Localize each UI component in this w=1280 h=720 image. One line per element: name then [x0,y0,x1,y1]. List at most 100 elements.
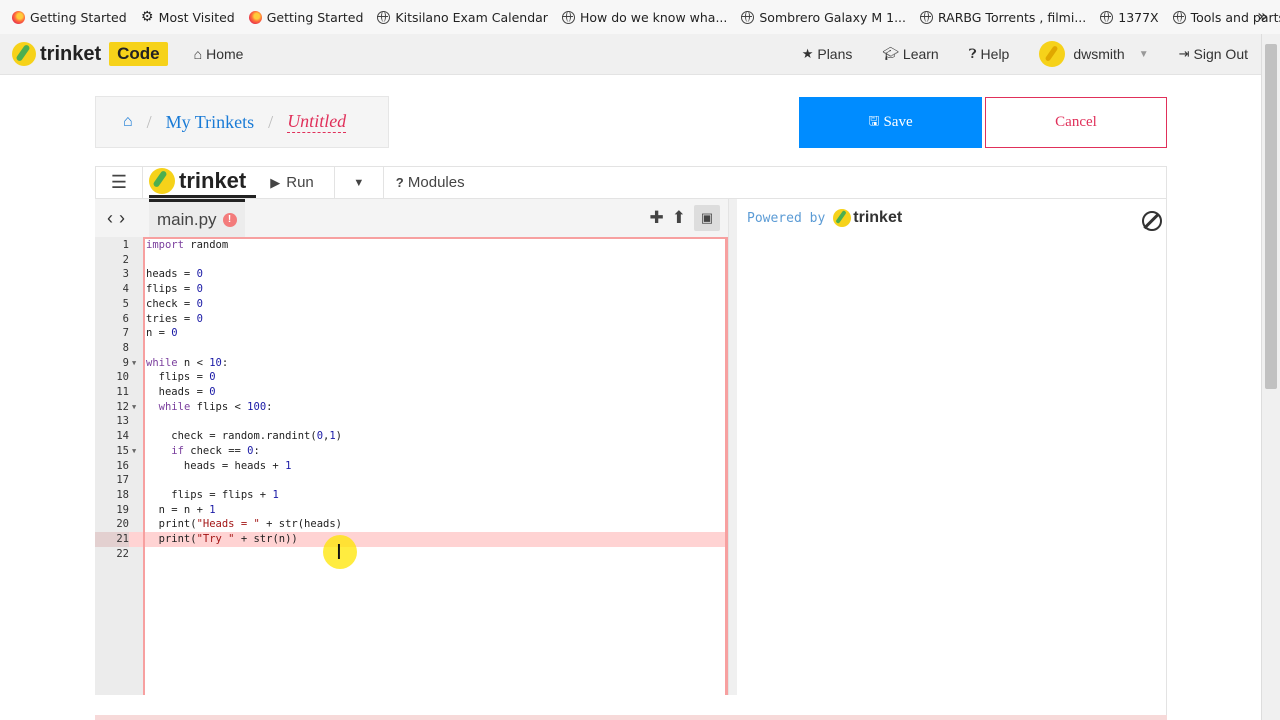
line-number: 15 [116,444,129,457]
bookmark-item[interactable]: Getting Started [12,10,127,25]
nav-signout-link[interactable]: ⇥ Sign Out [1179,46,1248,62]
code-text: while flips < 100: [158,400,273,413]
line-number: 13 [116,415,129,428]
bookmark-item[interactable]: 1377X [1100,10,1159,25]
code-line[interactable]: 14 check = random.randint(0,1) [95,429,728,444]
graduation-cap-icon: 🎓︎ [882,46,899,61]
line-number: 14 [116,430,129,443]
chevron-right-double-icon[interactable]: » [1257,6,1268,27]
line-number: 6 [122,312,129,325]
home-icon: ⌂ [193,46,203,62]
error-indicator-icon: ! [222,212,237,227]
pane-splitter[interactable] [728,199,737,695]
bookmark-item[interactable]: Getting Started [248,10,363,25]
code-text: tries = 0 [146,312,203,325]
line-number: 19 [116,503,129,516]
nav-learn-link[interactable]: 🎓︎ Learn [882,46,938,62]
toolbar-trinket-logo[interactable]: trinket [149,167,257,198]
code-text: print("Heads = " + str(heads) [146,518,342,531]
code-line[interactable]: 5 check = 0 [95,297,728,312]
code-line[interactable]: 4 flips = 0 [95,282,728,297]
code-line[interactable]: 17 [95,473,728,488]
code-text: import random [146,239,229,251]
bookmark-item[interactable]: ⚙ Most Visited [141,10,235,25]
play-icon: ▶ [270,174,281,190]
bookmarks-bar: Getting Started ⚙ Most Visited Getting St… [0,0,1280,34]
upload-icon[interactable]: ⬆ [672,208,686,228]
code-line[interactable]: 11 heads = 0 [95,385,728,400]
code-line[interactable]: 20 print("Heads = " + str(heads) [95,517,728,532]
file-tab-bar: ‹› main.py ! ✚ ⬆ ▣ [95,199,728,237]
trinket-logo[interactable]: trinket Code [12,42,168,66]
nav-right-group: ★ Plans 🎓︎ Learn ❓︎ Help dwsmith ▼ ⇥ Sign Out [772,34,1248,74]
code-line[interactable]: 21 print("Try " + str(n)) [95,532,728,547]
question-icon: ? [395,175,404,190]
hamburger-menu-icon[interactable]: ☰ [96,167,143,198]
powered-by-trinket: Powered by trinket [747,209,903,227]
fold-arrow-icon[interactable]: ▼ [132,444,136,459]
avatar [1039,41,1066,67]
fold-arrow-icon[interactable]: ▼ [132,356,136,371]
file-tab-main[interactable]: main.py ! [149,199,245,237]
code-line[interactable]: 6 tries = 0 [95,312,728,327]
code-text: print("Try " + str(n)) [146,533,298,545]
run-options-dropdown[interactable]: ▼ [333,167,384,198]
bookmark-item[interactable]: Kitsilano Exam Calendar [377,10,548,25]
code-badge: Code [109,42,168,66]
code-line[interactable]: 1 import random [95,238,728,253]
trinket-title-editable[interactable]: Untitled [287,111,347,133]
code-line[interactable]: 8 [95,341,728,356]
line-number: 7 [122,327,129,340]
line-number: 10 [116,371,129,384]
fold-arrow-icon[interactable]: ▼ [132,400,136,415]
run-button[interactable]: ▶ Run [270,174,314,191]
code-line[interactable]: 10 flips = 0 [95,370,728,385]
output-pane: Powered by trinket [737,199,1167,716]
breadcrumb-separator: / [146,111,152,132]
page-scrollbar[interactable] [1261,34,1280,720]
nav-help-link[interactable]: ❓︎ Help [969,46,1010,62]
code-line[interactable]: 3 heads = 0 [95,267,728,282]
bookmark-item[interactable]: RARBG Torrents , filmi... [920,10,1086,25]
code-line[interactable]: 19 n = n + 1 [95,503,728,518]
breadcrumb: ⌂ / My Trinkets / Untitled [95,96,389,148]
code-line[interactable]: 12 ▼ while flips < 100: [95,400,728,415]
error-border [143,237,145,695]
star-icon: ★ [801,46,814,61]
nav-home-link[interactable]: ⌂ Home [194,46,244,62]
code-toggle-icon[interactable]: ‹› [95,208,143,229]
firefox-icon [248,10,262,24]
breadcrumb-separator: / [268,111,274,132]
code-line[interactable]: 9 ▼ while n < 10: [95,356,728,371]
code-line[interactable]: 2 [95,253,728,268]
code-line[interactable]: 7 n = 0 [95,326,728,341]
stop-icon[interactable] [1142,211,1162,231]
code-line[interactable]: 18 flips = flips + 1 [95,488,728,503]
floppy-disk-icon: 🖫︎ [868,112,880,128]
code-line[interactable]: 16 heads = heads + 1 [95,459,728,474]
line-number: 21 [95,532,129,547]
bookmark-item[interactable]: Sombrero Galaxy M 1... [741,10,906,25]
home-icon[interactable]: ⌂ [123,113,133,131]
add-file-icon[interactable]: ✚ [650,208,664,228]
code-editor[interactable]: 1 import random 2 3 heads = 0 4 flips = 0 5 chec… [95,237,728,695]
bookmark-item[interactable]: How do we know wha... [561,10,727,25]
code-line[interactable]: 22 [95,547,728,562]
breadcrumb-my-trinkets[interactable]: My Trinkets [166,112,255,133]
image-icon[interactable]: ▣ [694,205,720,231]
caret-down-icon: ▼ [1138,48,1149,60]
line-number: 2 [122,253,129,266]
line-number: 4 [122,283,129,296]
line-number: 9 [122,356,129,369]
line-number: 3 [122,268,129,281]
line-number: 8 [122,341,129,354]
save-button[interactable]: 🖫︎ Save [799,97,982,148]
file-tools: ✚ ⬆ ▣ [642,199,720,237]
scrollbar-thumb[interactable] [1265,44,1277,389]
cancel-button[interactable]: Cancel [985,97,1167,148]
nav-plans-link[interactable]: ★ Plans [802,46,853,62]
user-menu[interactable]: dwsmith ▼ [1039,41,1149,67]
code-line[interactable]: 15 ▼ if check == 0: [95,444,728,459]
modules-button[interactable]: ? Modules [396,174,465,191]
code-line[interactable]: 13 [95,414,728,429]
